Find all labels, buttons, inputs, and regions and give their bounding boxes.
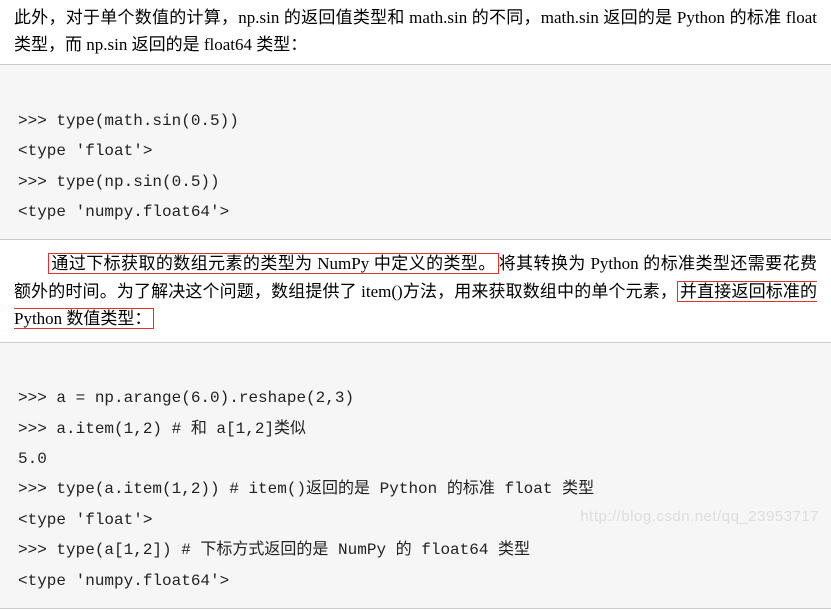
code2-line1: >>> a = np.arange(6.0).reshape(2,3) bbox=[18, 389, 354, 407]
paragraph-1: 此外，对于单个数值的计算，np.sin 的返回值类型和 math.sin 的不同… bbox=[0, 0, 831, 64]
code2-line2: >>> a.item(1,2) # 和 a[1,2]类似 bbox=[18, 420, 306, 438]
code2-line6: >>> type(a[1,2]) # 下标方式返回的是 NumPy 的 floa… bbox=[18, 541, 530, 559]
highlight-1-text: 通过下标获取的数组元素的类型为 NumPy 中定义的类型。 bbox=[51, 254, 496, 273]
code1-line3: >>> type(np.sin(0.5)) bbox=[18, 173, 220, 191]
code2-line7: <type 'numpy.float64'> bbox=[18, 572, 229, 590]
code2-line5: <type 'float'> bbox=[18, 511, 152, 529]
code1-line1: >>> type(math.sin(0.5)) bbox=[18, 112, 239, 130]
code-block-2: >>> a = np.arange(6.0).reshape(2,3) >>> … bbox=[0, 342, 831, 609]
code-block-1: >>> type(math.sin(0.5)) <type 'float'> >… bbox=[0, 64, 831, 240]
code2-line3: 5.0 bbox=[18, 450, 47, 468]
watermark: http://blog.csdn.net/qq_23953717 bbox=[580, 505, 819, 529]
paragraph-2: 通过下标获取的数组元素的类型为 NumPy 中定义的类型。将其转换为 Pytho… bbox=[0, 240, 831, 342]
code1-line4: <type 'numpy.float64'> bbox=[18, 203, 229, 221]
paragraph-1-text: 此外，对于单个数值的计算，np.sin 的返回值类型和 math.sin 的不同… bbox=[14, 8, 817, 54]
highlight-1: 通过下标获取的数组元素的类型为 NumPy 中定义的类型。 bbox=[48, 253, 499, 274]
code1-line2: <type 'float'> bbox=[18, 142, 152, 160]
code2-line4: >>> type(a.item(1,2)) # item()返回的是 Pytho… bbox=[18, 480, 594, 498]
